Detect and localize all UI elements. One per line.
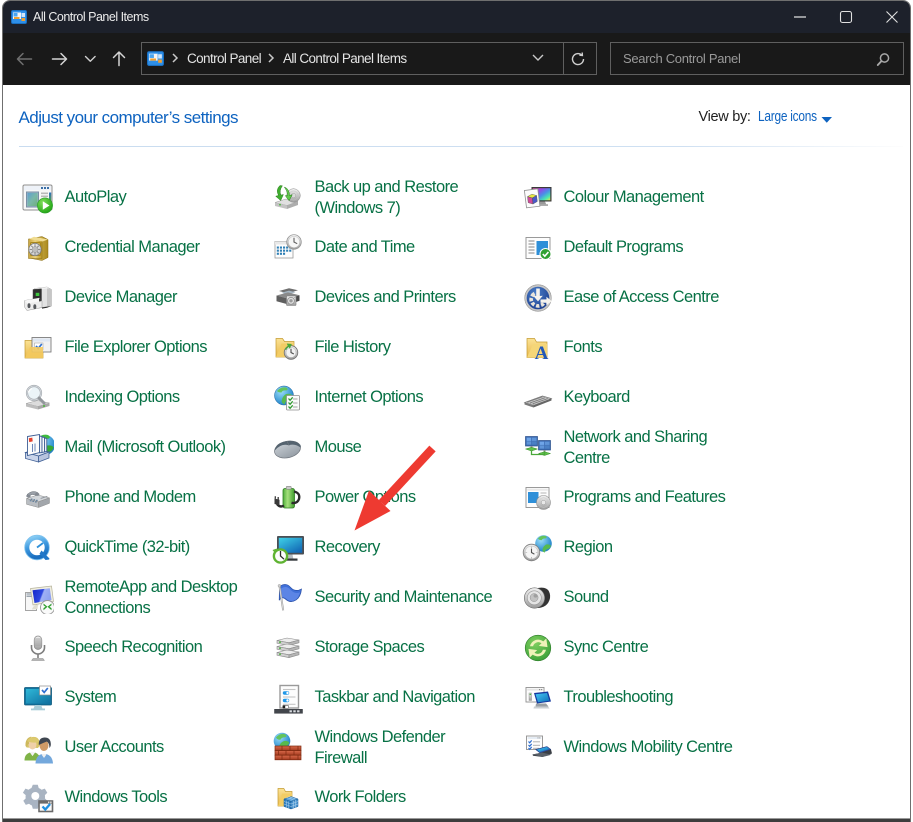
svg-text:A: A	[535, 343, 549, 364]
